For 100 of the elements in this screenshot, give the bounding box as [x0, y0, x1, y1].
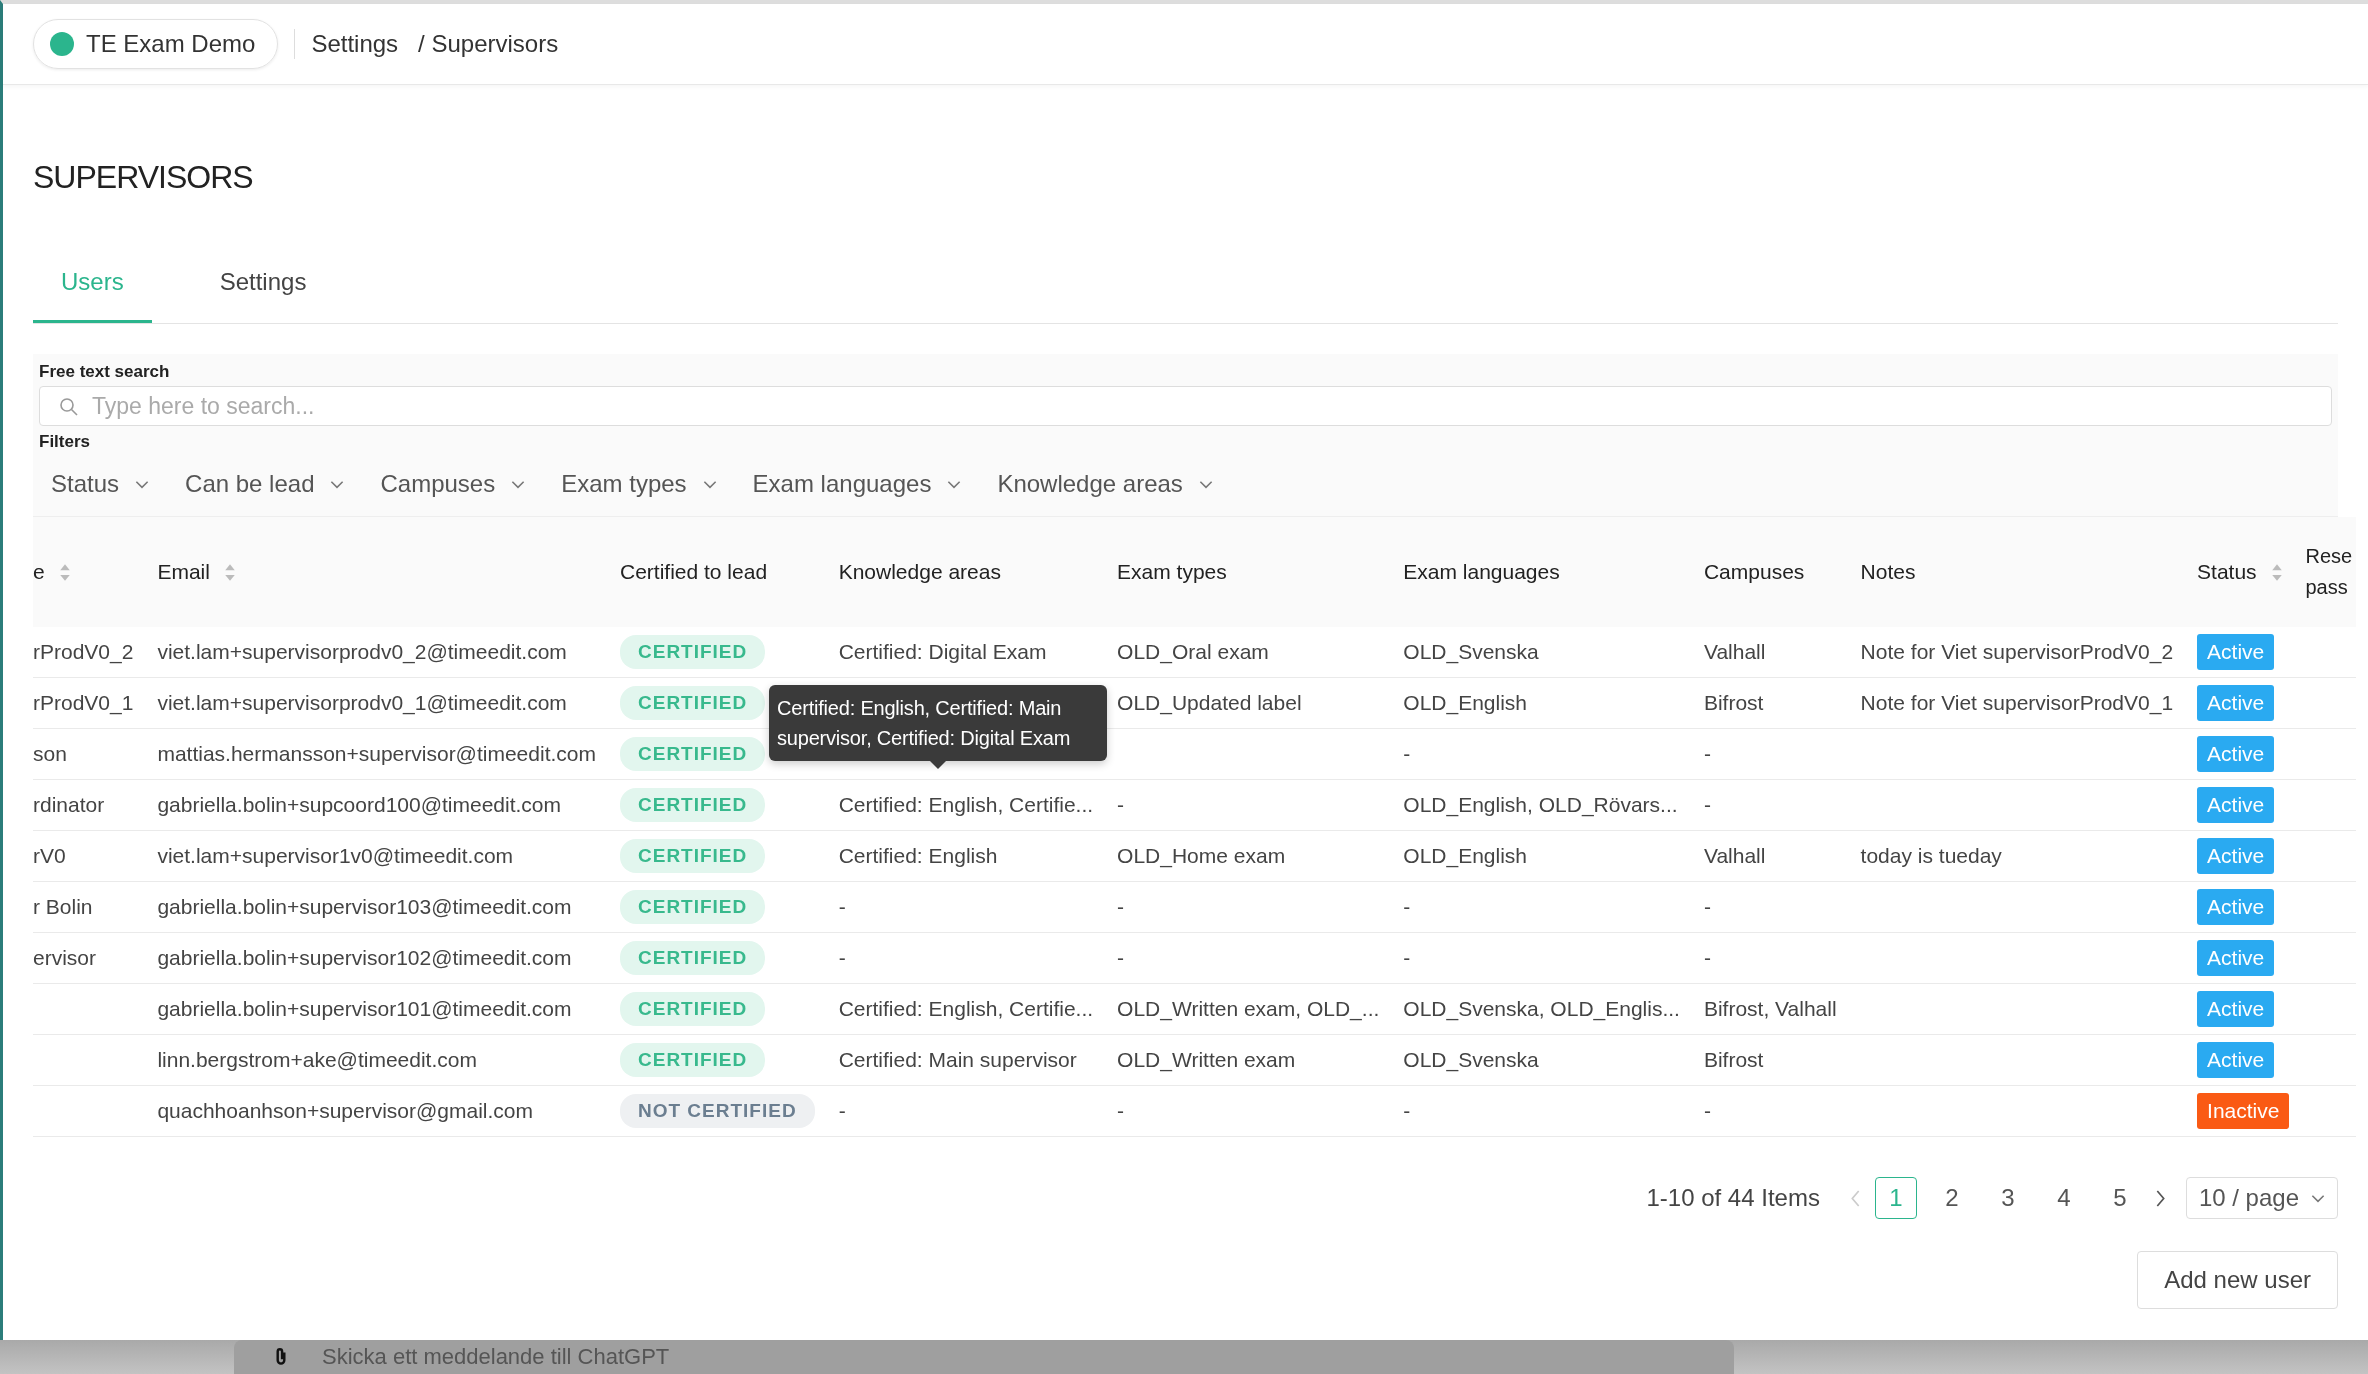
table-cell: gabriella.bolin+supervisor101@timeedit.com — [157, 997, 572, 1020]
search-icon — [59, 397, 79, 417]
table-cell: - — [1703, 895, 1711, 918]
table-cell: OLD_Written exam — [1117, 1048, 1296, 1071]
tooltip: Certified: English, Certified: Main supervisor, Certified: Digital Exam — [769, 685, 1107, 761]
table-cell: OLD_English — [1403, 691, 1528, 714]
table-cell: OLD_Svenska — [1403, 1048, 1539, 1071]
chevron-down-icon — [702, 479, 717, 489]
table-cell: - — [1403, 895, 1411, 918]
table-cell: - — [838, 1099, 846, 1122]
table-cell: Valhall — [1703, 844, 1766, 867]
table-cell: OLD_Oral exam — [1117, 640, 1269, 663]
table-cell: - — [1403, 742, 1411, 765]
certification-badge: CERTIFIED — [620, 1043, 766, 1077]
sort-icon[interactable] — [2270, 562, 2283, 582]
table-cell: - — [1703, 1099, 1711, 1122]
certification-badge: CERTIFIED — [620, 686, 766, 720]
filter-dropdown[interactable]: Knowledge areas — [997, 470, 1213, 498]
table-cell: OLD_Svenska, OLD_Englis... — [1403, 997, 1680, 1020]
status-badge: Active — [2197, 634, 2275, 670]
column-header: Status — [2197, 560, 2257, 584]
column-header: e — [33, 560, 45, 584]
filter-dropdown[interactable]: Can be lead — [185, 470, 345, 498]
certification-badge: CERTIFIED — [620, 941, 766, 975]
certification-badge: CERTIFIED — [620, 992, 766, 1026]
filter-dropdown[interactable]: Campuses — [380, 470, 526, 498]
column-header: Certified to lead — [620, 560, 768, 584]
table-cell: - — [1703, 793, 1711, 816]
table-cell: ervisor — [33, 946, 96, 969]
table-cell: OLD_Home exam — [1117, 844, 1286, 867]
add-user-button[interactable]: Add new user — [2137, 1251, 2338, 1309]
status-badge: Active — [2197, 838, 2275, 874]
table-cell: Note for Viet supervisorProdV0_2 — [1860, 640, 2174, 663]
table-cell: rProdV0_2 — [33, 640, 134, 663]
table-cell: - — [1703, 742, 1711, 765]
certification-badge: CERTIFIED — [620, 839, 766, 873]
table-cell: OLD_Written exam, OLD_... — [1117, 997, 1380, 1020]
column-header: Rese pass — [2305, 545, 2353, 598]
column-header: Email — [157, 560, 210, 584]
filter-dropdown[interactable]: Exam languages — [752, 470, 962, 498]
table-cell: - — [1117, 1099, 1125, 1122]
tab[interactable]: Settings — [191, 268, 335, 323]
tooltip-pointer — [930, 761, 946, 769]
app-switcher[interactable]: TE Exam Demo — [33, 19, 279, 69]
table-cell: Certified: Digital Exam — [838, 640, 1047, 663]
table-cell: - — [1403, 1099, 1411, 1122]
status-badge: Active — [2197, 889, 2275, 925]
table-cell: OLD_English, OLD_Rövars... — [1403, 793, 1678, 816]
table-cell: viet.lam+supervisor1v0@timeedit.com — [157, 844, 514, 867]
table-cell: Certified: Main supervisor — [838, 1048, 1077, 1071]
status-badge: Active — [2197, 991, 2275, 1027]
breadcrumb-item[interactable]: / Supervisors — [418, 30, 559, 58]
table-cell: - — [1117, 946, 1125, 969]
table-cell: Certified: English, Certifie... — [838, 793, 1094, 816]
status-badge: Active — [2197, 1042, 2275, 1078]
status-badge: Inactive — [2197, 1093, 2290, 1129]
chevron-down-icon — [135, 479, 150, 489]
table-cell: - — [1117, 793, 1125, 816]
sort-icon[interactable] — [223, 562, 236, 582]
column-header: Knowledge areas — [838, 560, 1001, 584]
table-cell: r Bolin — [33, 895, 93, 918]
chevron-right-icon[interactable] — [2154, 1189, 2166, 1207]
table-cell: gabriella.bolin+supcoord100@timeedit.com — [157, 793, 562, 816]
table-cell: Valhall — [1703, 640, 1766, 663]
table-cell: - — [1703, 946, 1711, 969]
column-header: Notes — [1860, 560, 1916, 584]
message-placeholder: Skicka ett meddelande till ChatGPT — [322, 1344, 670, 1370]
table-cell: rV0 — [33, 844, 66, 867]
table-cell: - — [1117, 895, 1125, 918]
certification-badge: CERTIFIED — [620, 890, 766, 924]
table-cell: OLD_Svenska — [1403, 640, 1539, 663]
chevron-down-icon — [1198, 479, 1213, 489]
table-cell: Note for Viet supervisorProdV0_1 — [1860, 691, 2174, 714]
search-label: Free text search — [39, 362, 171, 382]
page-size-dropdown[interactable]: 10 / page — [2185, 1177, 2338, 1219]
column-header: Exam languages — [1403, 560, 1560, 584]
table-cell: viet.lam+supervisorprodv0_2@timeedit.com — [157, 640, 567, 663]
table-cell: son — [33, 742, 67, 765]
certification-badge: CERTIFIED — [620, 788, 766, 822]
chevron-down-icon — [511, 479, 526, 489]
filter-dropdown[interactable]: Exam types — [561, 470, 717, 498]
filter-dropdown[interactable]: Status — [51, 470, 150, 498]
table-cell: OLD_Updated label — [1117, 691, 1302, 714]
chevron-down-icon — [947, 479, 962, 489]
pagination-summary: 1-10 of 44 Items — [1646, 1184, 1820, 1212]
status-badge: Active — [2197, 685, 2275, 721]
filters-label: Filters — [39, 432, 92, 452]
table-cell: Certified: English, Certifie... — [838, 997, 1094, 1020]
search-field[interactable]: Type here to search... — [39, 386, 2332, 426]
table-cell: gabriella.bolin+supervisor103@timeedit.com — [157, 895, 572, 918]
status-badge: Active — [2197, 736, 2275, 772]
table-cell: linn.bergstrom+ake@timeedit.com — [157, 1048, 477, 1071]
status-badge: Active — [2197, 940, 2275, 976]
breadcrumb-item[interactable]: Settings — [311, 30, 399, 58]
table-cell: Certified: English — [838, 844, 998, 867]
table-cell: - — [838, 895, 846, 918]
table-cell: rdinator — [33, 793, 105, 816]
table-cell: viet.lam+supervisorprodv0_1@timeedit.com — [157, 691, 567, 714]
sort-icon[interactable] — [58, 562, 71, 582]
page-title: SUPERVISORS — [33, 159, 254, 196]
